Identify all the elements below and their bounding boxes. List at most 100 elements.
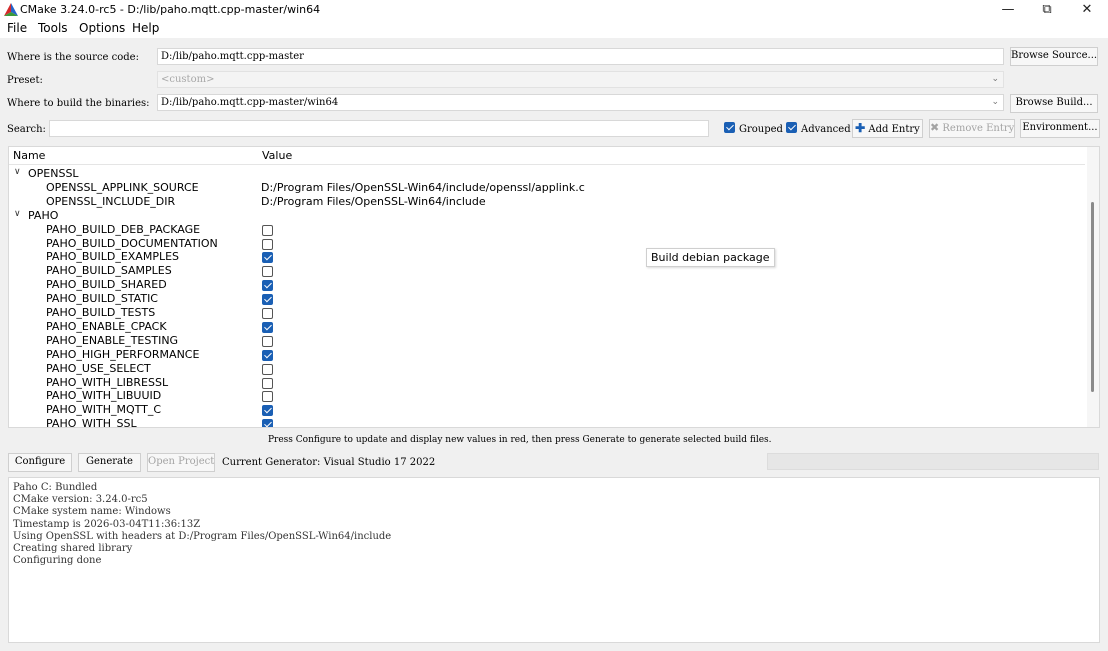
grouped-label: Grouped [739,124,783,135]
output-line: CMake system name: Windows [13,506,171,518]
hint-text: Press Configure to update and display ne… [268,435,772,445]
grouped-checkbox[interactable] [724,122,735,133]
preset-label: Preset: [7,75,43,86]
chevron-down-icon: ⌄ [991,97,999,107]
entry-value-checkbox[interactable] [262,363,273,375]
entry-name: OPENSSL_APPLINK_SOURCE [46,180,199,194]
tree-entry-row[interactable]: PAHO_WITH_SSL [9,417,1085,428]
entry-value-checkbox[interactable] [262,266,273,278]
configure-button[interactable]: Configure [8,453,72,472]
plus-icon: ✚ [855,121,866,135]
add-entry-label: Add Entry [868,124,920,135]
entry-name: PAHO_BUILD_DOCUMENTATION [46,236,218,250]
entry-name: PAHO_ENABLE_TESTING [46,333,179,347]
build-path-input[interactable]: D:/lib/paho.mqtt.cpp-master/win64 ⌄ [157,94,1004,111]
window-title: CMake 3.24.0-rc5 - D:/lib/paho.mqtt.cpp-… [20,3,321,16]
tree-entry-row[interactable]: PAHO_HIGH_PERFORMANCE [9,348,1085,362]
menu-file[interactable]: File [7,21,27,35]
tree-group-paho[interactable]: ∨ PAHO [9,209,1085,223]
tree-entry-row[interactable]: PAHO_BUILD_TESTS [9,306,1085,320]
maximize-button[interactable]: ⧉ [1027,0,1067,20]
minimize-button[interactable]: — [988,0,1028,20]
preset-select[interactable]: <custom> ⌄ [157,71,1004,88]
search-input[interactable] [49,120,709,137]
group-name: PAHO [28,208,59,222]
chevron-down-icon[interactable]: ∨ [14,209,21,219]
tree-entry-row[interactable]: PAHO_WITH_LIBUUID [9,389,1085,403]
entry-value-checkbox[interactable] [262,321,273,333]
entry-name: OPENSSL_INCLUDE_DIR [46,194,176,208]
remove-icon: ✖ [930,121,940,134]
entry-value-checkbox[interactable] [262,294,273,306]
entry-value-checkbox[interactable] [262,224,273,236]
tree-entry-row[interactable]: PAHO_BUILD_STATIC [9,292,1085,306]
group-name: OPENSSL [28,167,79,180]
entry-value-checkbox[interactable] [262,405,273,417]
column-value-header[interactable]: Value [262,149,292,162]
environment-button[interactable]: Environment... [1020,119,1100,138]
cmake-logo-icon [4,3,18,16]
tree-entry-row[interactable]: PAHO_BUILD_DEB_PACKAGE [9,223,1085,237]
advanced-label: Advanced [801,124,851,135]
output-log[interactable]: Paho C: Bundled CMake version: 3.24.0-rc5… [8,477,1100,643]
entry-value[interactable]: D:/Program Files/OpenSSL-Win64/include [261,195,486,208]
tree-entry-row[interactable]: PAHO_ENABLE_TESTING [9,334,1085,348]
entry-value-checkbox[interactable] [262,252,273,264]
menu-bar [0,20,1108,38]
open-project-button[interactable]: Open Project [147,453,215,472]
output-line: Configuring done [13,555,102,567]
output-line: Paho C: Bundled [13,482,98,493]
current-generator-text: Current Generator: Visual Studio 17 2022 [222,457,436,468]
output-line: CMake version: 3.24.0-rc5 [13,494,148,506]
browse-source-button[interactable]: Browse Source... [1010,47,1098,66]
entry-value-checkbox[interactable] [262,238,273,250]
tree-entry-row[interactable]: PAHO_WITH_LIBRESSL [9,376,1085,390]
output-line: Using OpenSSL with headers at D:/Program… [13,530,392,542]
entry-name: PAHO_BUILD_EXAMPLES [46,250,180,264]
entry-value-checkbox[interactable] [262,377,273,389]
scrollbar-thumb[interactable] [1091,202,1094,392]
menu-options[interactable]: Options [79,21,125,35]
entry-name: PAHO_WITH_LIBRESSL [46,375,169,389]
entry-value-checkbox[interactable] [262,335,273,347]
source-path-input[interactable]: D:/lib/paho.mqtt.cpp-master [157,48,1004,65]
menu-tools[interactable]: Tools [38,21,68,35]
tree-entry-row[interactable]: PAHO_BUILD_SHARED [9,278,1085,292]
preset-value: <custom> [161,74,215,85]
generate-button[interactable]: Generate [78,453,141,472]
entry-name: PAHO_WITH_LIBUUID [46,389,162,403]
entry-name: PAHO_BUILD_SHARED [46,278,167,292]
remove-entry-button[interactable]: ✖ Remove Entry [929,119,1015,138]
tree-entry-row[interactable]: PAHO_WITH_MQTT_C [9,403,1085,417]
tree-group-openssl[interactable]: ∨ OPENSSL [9,167,1085,181]
add-entry-button[interactable]: ✚ Add Entry [852,119,923,138]
progress-bar [767,453,1099,470]
tree-entry-row[interactable]: PAHO_BUILD_DOCUMENTATION [9,237,1085,251]
cache-tree[interactable]: Name Value ∨ OPENSSL OPENSSL_APPLINK_SOURC… [8,146,1100,428]
entry-name: PAHO_USE_SELECT [46,361,151,375]
entry-value-checkbox[interactable] [262,391,273,403]
browse-build-button[interactable]: Browse Build... [1010,94,1098,113]
column-name-header[interactable]: Name [13,149,45,162]
entry-value-checkbox[interactable] [262,280,273,292]
chevron-down-icon[interactable]: ∨ [14,167,21,177]
menu-help[interactable]: Help [132,21,159,35]
entry-value[interactable]: D:/Program Files/OpenSSL-Win64/include/o… [261,181,585,194]
entry-value-checkbox[interactable] [262,308,273,319]
tree-entry-row[interactable]: PAHO_BUILD_SAMPLES [9,264,1085,278]
build-label: Where to build the binaries: [7,98,150,109]
tree-entry-row[interactable]: OPENSSL_APPLINK_SOURCE D:/Program Files/O… [9,181,1085,195]
entry-name: PAHO_WITH_SSL [46,417,137,428]
advanced-checkbox[interactable] [786,122,797,133]
entry-value-checkbox[interactable] [262,349,273,361]
entry-value-checkbox[interactable] [262,419,273,427]
tree-entry-row[interactable]: PAHO_USE_SELECT [9,362,1085,376]
remove-entry-label: Remove Entry [942,123,1015,134]
search-label: Search: [7,124,46,135]
close-button[interactable]: ✕ [1067,0,1107,20]
tree-entry-row[interactable]: OPENSSL_INCLUDE_DIR D:/Program Files/Open… [9,195,1085,209]
tree-entry-row[interactable]: PAHO_ENABLE_CPACK [9,320,1085,334]
entry-name: PAHO_BUILD_DEB_PACKAGE [46,222,201,236]
tree-entry-row[interactable]: PAHO_BUILD_EXAMPLES [9,250,1085,264]
output-line: Timestamp is 2026-03-04T11:36:13Z [13,518,201,530]
